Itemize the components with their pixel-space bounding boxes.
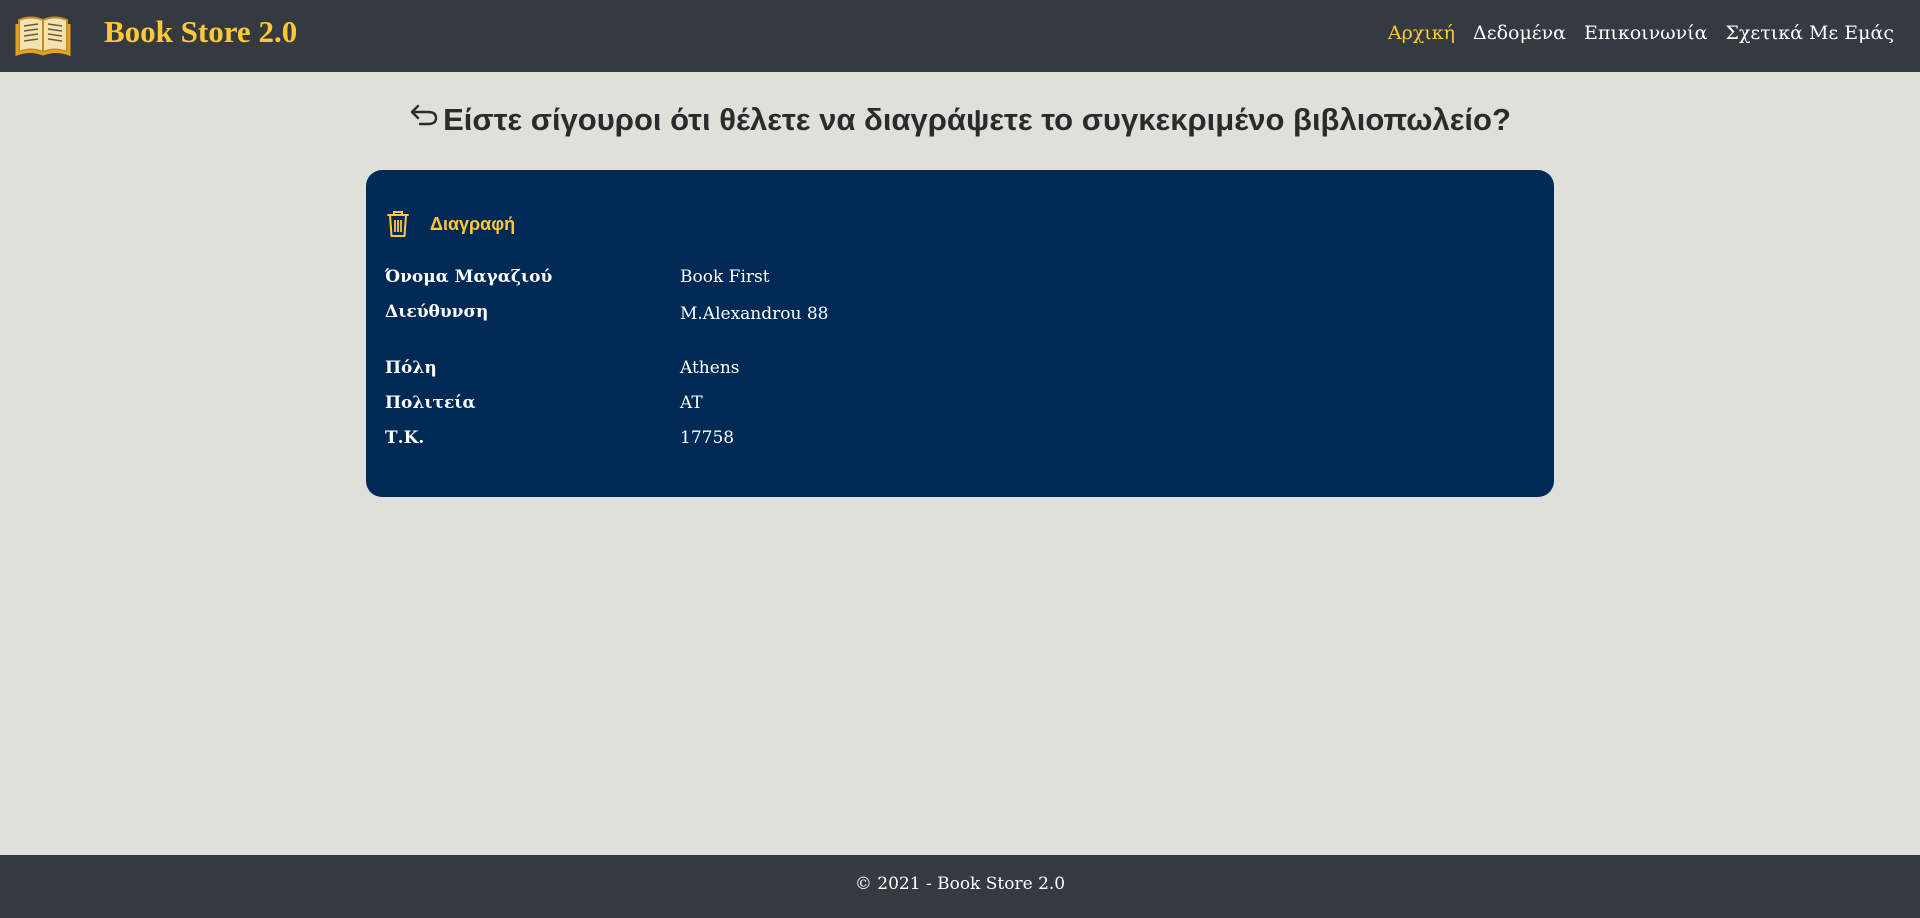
nav-link-contact[interactable]: Επικοινωνία xyxy=(1584,19,1707,47)
field-value-zip: 17758 xyxy=(680,428,735,448)
delete-button[interactable]: Διαγραφή xyxy=(386,210,515,238)
footer: © 2021 - Book Store 2.0 xyxy=(0,855,1920,918)
trash-icon xyxy=(387,211,409,237)
nav-link-about[interactable]: Σχετικά Με Εμάς xyxy=(1725,19,1894,47)
field-value-address: M.Alexandrou 88 xyxy=(680,304,829,324)
field-label-state: Πολιτεία xyxy=(385,393,476,413)
delete-label: Διαγραφή xyxy=(430,213,516,234)
page-title: Είστε σίγουροι ότι θέλετε να διαγράψετε … xyxy=(443,102,1511,137)
nav-link-home[interactable]: Αρχική xyxy=(1388,19,1455,47)
field-label-city: Πόλη xyxy=(385,358,437,378)
field-label-zip: Τ.Κ. xyxy=(385,428,425,448)
open-book-icon[interactable] xyxy=(15,12,71,56)
field-value-store-name: Book First xyxy=(680,267,770,287)
bookstore-details-card: Διαγραφή Όνομα Μαγαζιού Book First Διεύθ… xyxy=(366,170,1554,497)
footer-copyright: © 2021 - Book Store 2.0 xyxy=(854,874,1066,894)
page-title-row: Είστε σίγουροι ότι θέλετε να διαγράψετε … xyxy=(0,100,1920,140)
field-value-city: Athens xyxy=(680,358,740,378)
top-navbar: Book Store 2.0 Αρχική Δεδομένα Επικοινων… xyxy=(0,0,1920,72)
field-label-address: Διεύθυνση xyxy=(385,302,489,322)
nav-link-data[interactable]: Δεδομένα xyxy=(1473,19,1566,47)
nav-menu: Αρχική Δεδομένα Επικοινωνία Σχετικά Με Ε… xyxy=(1388,19,1894,47)
return-arrow-icon[interactable] xyxy=(409,102,439,128)
field-value-state: AT xyxy=(680,393,703,413)
brand-name[interactable]: Book Store 2.0 xyxy=(104,14,297,50)
field-label-store-name: Όνομα Μαγαζιού xyxy=(385,267,553,287)
